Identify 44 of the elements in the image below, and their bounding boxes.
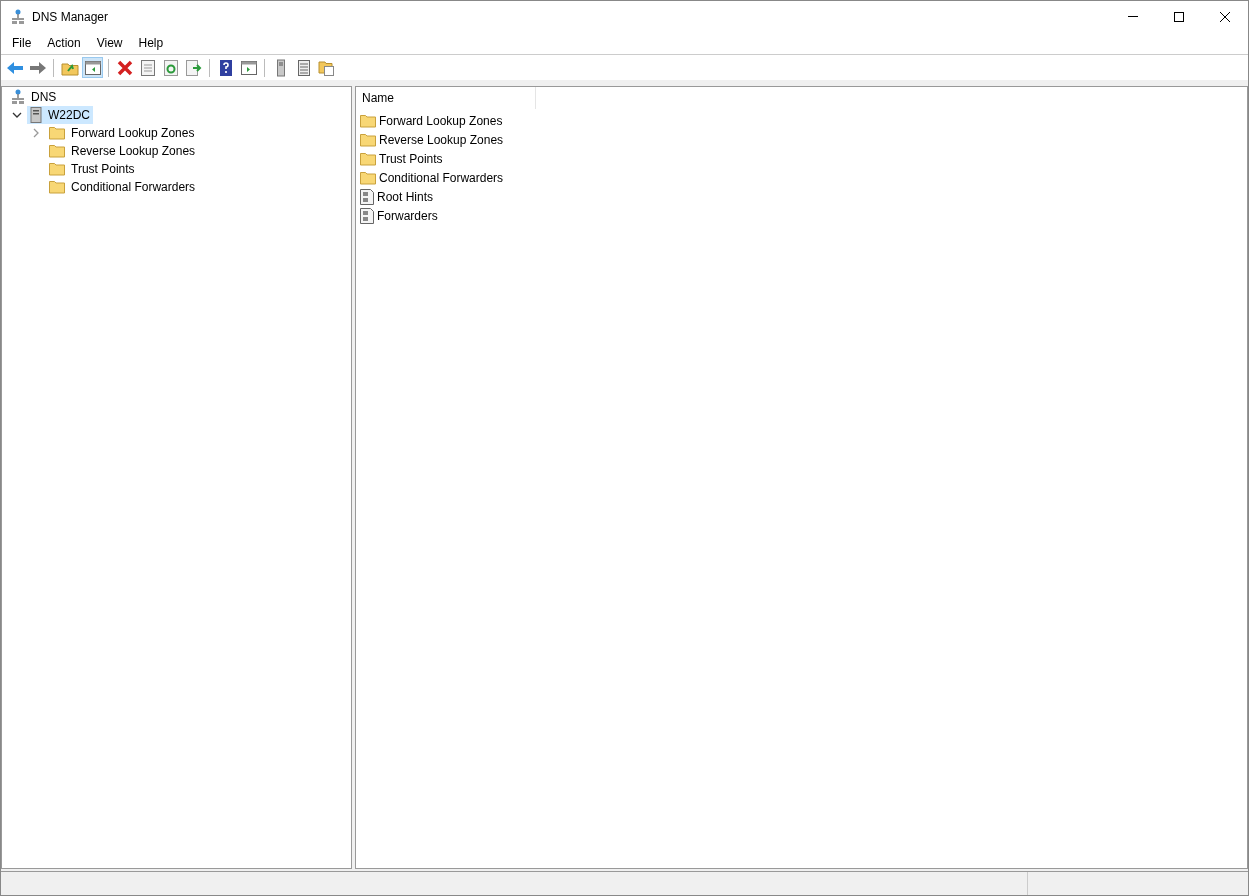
folder-icon: [49, 180, 65, 194]
tree-item[interactable]: Forward Lookup Zones: [46, 124, 198, 142]
list-item[interactable]: Forward Lookup Zones: [360, 111, 503, 130]
network-icon: [11, 89, 25, 105]
close-icon: [1220, 11, 1230, 22]
folders-icon: [317, 58, 336, 77]
folder-icon: [360, 132, 376, 147]
list-item[interactable]: Reverse Lookup Zones: [360, 130, 504, 149]
records-icon: [360, 188, 374, 205]
server-icon: [30, 107, 42, 123]
export-list-icon: [184, 58, 203, 77]
records-icon: [360, 207, 374, 224]
folder-icon: [360, 113, 376, 128]
close-icon: [115, 58, 134, 77]
network-icon: [11, 8, 25, 25]
refresh-icon: [161, 58, 180, 77]
tree-item[interactable]: Trust Points: [46, 160, 138, 178]
folder-icon: [360, 151, 376, 166]
list-item[interactable]: Conditional Forwarders: [360, 168, 504, 187]
folder-icon: [360, 170, 376, 185]
list-item[interactable]: Root Hints: [360, 187, 434, 206]
folder-icon: [49, 126, 65, 140]
maximize-icon: [1174, 11, 1184, 22]
folder-icon: [49, 162, 65, 176]
window-title: DNS Manager: [32, 8, 109, 26]
menu-item[interactable]: File: [4, 34, 40, 52]
minimize-icon: [1128, 16, 1138, 17]
tree-item[interactable]: DNS: [8, 88, 60, 106]
properties-icon: [138, 58, 157, 77]
column-header[interactable]: Name: [356, 87, 536, 109]
action-pane-icon: [239, 58, 258, 77]
folder-icon: [49, 144, 65, 158]
menu-item[interactable]: Action: [39, 34, 89, 52]
tree-item[interactable]: Reverse Lookup Zones: [46, 142, 199, 160]
list-item[interactable]: Trust Points: [360, 149, 443, 168]
menu-item[interactable]: Help: [130, 34, 172, 52]
tree-item[interactable]: Conditional Forwarders: [46, 178, 199, 196]
chevron-down-icon[interactable]: [12, 112, 22, 118]
list-item[interactable]: Forwarders: [360, 206, 438, 225]
tree-item[interactable]: W22DC: [27, 106, 93, 124]
menu-item[interactable]: View: [88, 34, 131, 52]
toolbar-button[interactable]: [82, 57, 103, 78]
chevron-right-icon[interactable]: [33, 128, 39, 138]
console-tree-icon: [83, 58, 102, 77]
